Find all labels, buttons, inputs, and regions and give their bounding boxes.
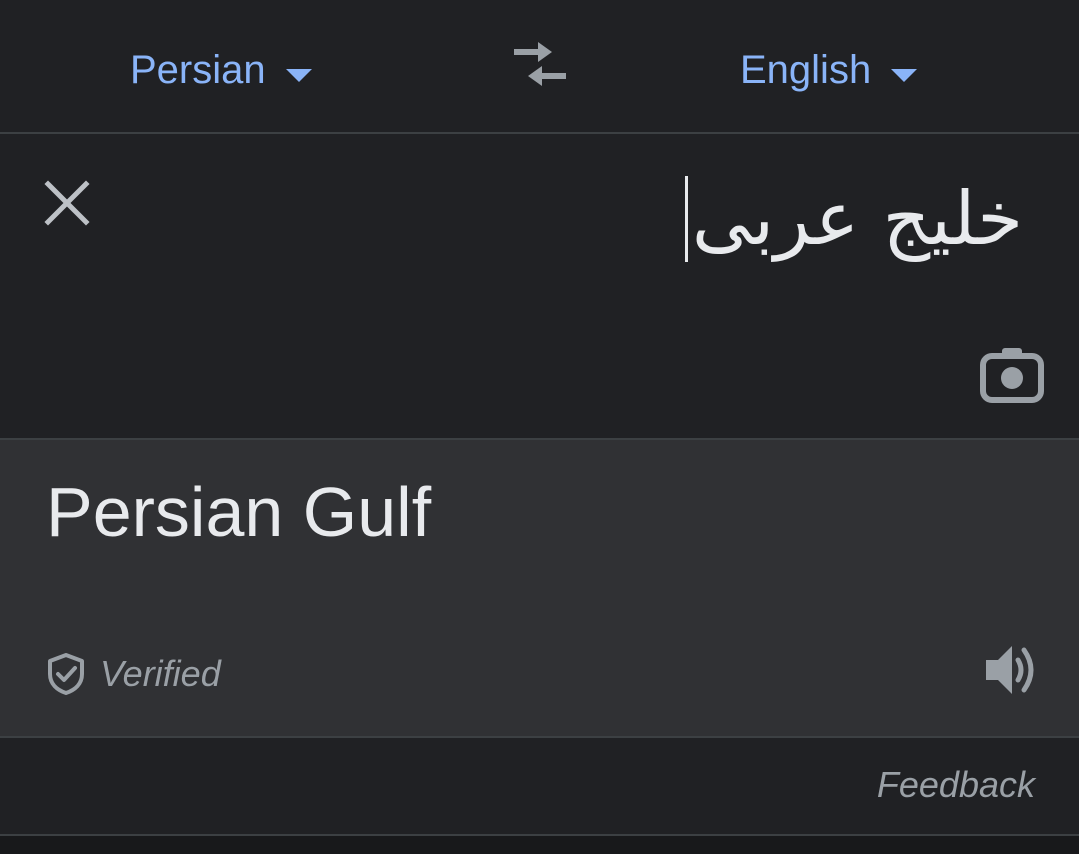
translation-output-area: Persian Gulf Verified — [0, 440, 1079, 738]
source-text[interactable]: خلیج عربی — [684, 174, 1023, 264]
source-language-selector[interactable]: Persian — [130, 40, 312, 100]
source-input-area[interactable]: خلیج عربی — [0, 134, 1079, 440]
source-language-label: Persian — [130, 47, 266, 92]
verified-badge[interactable]: Verified — [46, 652, 221, 696]
feedback-link[interactable]: Feedback — [877, 764, 1035, 806]
language-bar: Persian English — [0, 0, 1079, 134]
shield-check-icon — [48, 653, 84, 695]
verified-label: Verified — [100, 653, 221, 694]
target-language-selector[interactable]: English — [740, 40, 918, 100]
text-cursor — [684, 176, 688, 262]
speaker-icon — [986, 646, 1034, 694]
swap-languages-button[interactable] — [508, 40, 572, 90]
chevron-down-icon — [891, 68, 918, 82]
translate-app: Persian English خلیج عربی Persian Gulf V… — [0, 0, 1079, 854]
camera-icon — [980, 348, 1044, 403]
source-text-value: خلیج عربی — [691, 176, 1023, 262]
translation-text: Persian Gulf — [46, 473, 432, 551]
close-icon — [44, 180, 90, 226]
target-language-label: English — [740, 47, 872, 92]
clear-input-button[interactable] — [40, 176, 94, 230]
camera-button[interactable] — [978, 344, 1048, 406]
chevron-down-icon — [285, 68, 312, 82]
bottom-divider — [0, 836, 1079, 854]
footer: Feedback — [0, 738, 1079, 836]
swap-arrows-icon — [514, 42, 566, 86]
listen-button[interactable] — [980, 638, 1044, 702]
